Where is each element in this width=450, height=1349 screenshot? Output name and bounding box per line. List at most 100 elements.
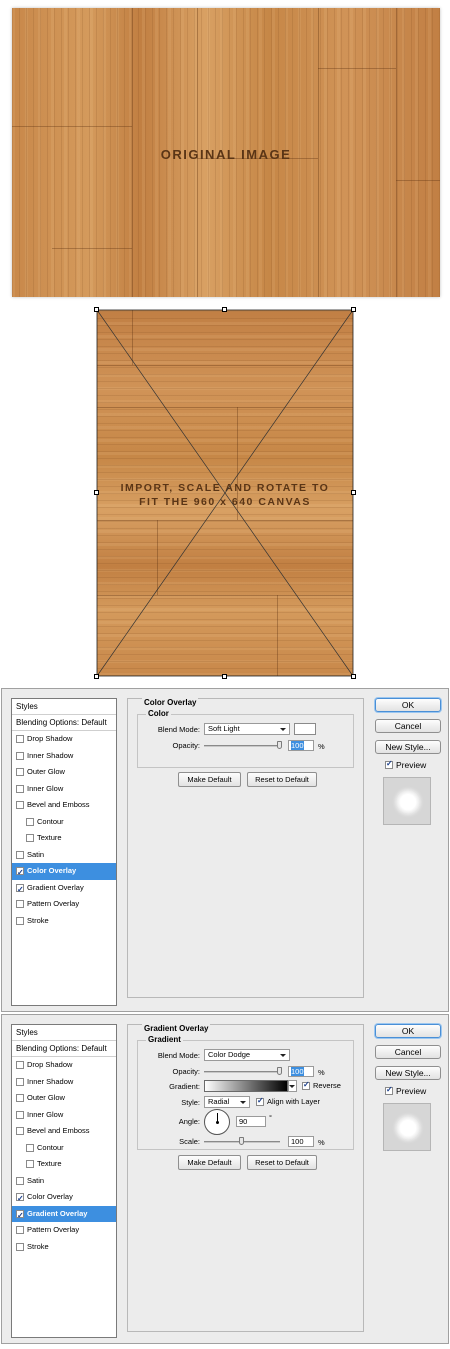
style-item-inner-shadow[interactable]: Inner Shadow (12, 1074, 116, 1091)
style-item-checkbox[interactable] (26, 817, 34, 826)
reset-to-default-button[interactable]: Reset to Default (247, 772, 317, 787)
style-item-outer-glow[interactable]: Outer Glow (12, 764, 116, 781)
style-item-color-overlay[interactable]: Color Overlay (12, 1189, 116, 1208)
opacity-slider-track[interactable] (204, 1071, 280, 1073)
scale-slider-thumb[interactable] (239, 1137, 244, 1145)
style-item-checkbox[interactable] (16, 1127, 24, 1136)
blending-options-item[interactable]: Blending Options: Default (12, 715, 116, 731)
blend-mode-dropdown[interactable]: Soft Light (204, 723, 290, 735)
style-item-label: Outer Glow (27, 767, 65, 776)
style-item-contour[interactable]: Contour (12, 814, 116, 831)
style-item-checkbox[interactable] (26, 1143, 34, 1152)
ok-button[interactable]: OK (375, 1024, 441, 1038)
style-item-checkbox[interactable] (16, 735, 24, 744)
transformed-image-frame[interactable]: IMPORT, SCALE AND ROTATE TO FIT THE 960 … (94, 307, 356, 679)
style-item-checkbox[interactable] (16, 751, 24, 760)
style-item-checkbox[interactable] (16, 1191, 24, 1208)
style-dropdown[interactable]: Radial (204, 1096, 250, 1108)
cancel-button[interactable]: Cancel (375, 1045, 441, 1059)
style-item-stroke[interactable]: Stroke (12, 913, 116, 930)
style-item-texture[interactable]: Texture (12, 830, 116, 847)
style-item-checkbox[interactable] (16, 882, 24, 898)
preview-toggle[interactable]: Preview (385, 759, 426, 770)
style-item-color-overlay[interactable]: Color Overlay (12, 863, 116, 882)
preview-checkbox[interactable] (385, 759, 393, 769)
style-item-satin[interactable]: Satin (12, 847, 116, 864)
opacity-input[interactable]: 100 (288, 1066, 314, 1077)
styles-list-header[interactable]: Styles (12, 699, 116, 715)
reverse-toggle[interactable]: Reverse (302, 1080, 341, 1090)
reverse-checkbox[interactable] (302, 1080, 310, 1090)
style-item-gradient-overlay[interactable]: Gradient Overlay (12, 1205, 116, 1224)
style-item-inner-glow[interactable]: Inner Glow (12, 1107, 116, 1124)
gradient-preview-bar[interactable] (204, 1080, 288, 1092)
blend-mode-dropdown[interactable]: Color Dodge (204, 1049, 290, 1061)
style-item-checkbox[interactable] (16, 1110, 24, 1119)
original-wood-image: ORIGINAL IMAGE (12, 8, 440, 297)
make-default-button[interactable]: Make Default (178, 772, 241, 787)
gradient-picker-dropdown[interactable] (288, 1080, 297, 1092)
angle-dial[interactable] (204, 1109, 230, 1135)
make-default-button[interactable]: Make Default (178, 1155, 241, 1170)
style-item-inner-glow[interactable]: Inner Glow (12, 781, 116, 798)
opacity-slider-track[interactable] (204, 745, 280, 747)
style-item-pattern-overlay[interactable]: Pattern Overlay (12, 1222, 116, 1239)
style-item-texture[interactable]: Texture (12, 1156, 116, 1173)
style-item-stroke[interactable]: Stroke (12, 1239, 116, 1256)
style-item-checkbox[interactable] (16, 1061, 24, 1070)
preview-sphere (396, 1116, 420, 1140)
style-item-checkbox[interactable] (16, 900, 24, 909)
style-item-pattern-overlay[interactable]: Pattern Overlay (12, 896, 116, 913)
cancel-button[interactable]: Cancel (375, 719, 441, 733)
style-item-drop-shadow[interactable]: Drop Shadow (12, 1057, 116, 1074)
style-item-bevel-and-emboss[interactable]: Bevel and Emboss (12, 797, 116, 814)
opacity-slider-thumb[interactable] (277, 741, 282, 749)
style-item-checkbox[interactable] (16, 850, 24, 859)
reset-to-default-button[interactable]: Reset to Default (247, 1155, 317, 1170)
ok-button[interactable]: OK (375, 698, 441, 712)
scale-input[interactable]: 100 (288, 1136, 314, 1147)
opacity-slider-thumb[interactable] (277, 1067, 282, 1075)
transform-handle-top[interactable] (222, 307, 227, 312)
new-style-button[interactable]: New Style... (375, 1066, 441, 1080)
style-item-checkbox[interactable] (16, 1226, 24, 1235)
style-item-satin[interactable]: Satin (12, 1173, 116, 1190)
opacity-input[interactable]: 100 (288, 740, 314, 751)
styles-list-header[interactable]: Styles (12, 1025, 116, 1041)
style-item-outer-glow[interactable]: Outer Glow (12, 1090, 116, 1107)
style-item-drop-shadow[interactable]: Drop Shadow (12, 731, 116, 748)
style-item-checkbox[interactable] (16, 1094, 24, 1103)
style-item-gradient-overlay[interactable]: Gradient Overlay (12, 880, 116, 898)
style-item-contour[interactable]: Contour (12, 1140, 116, 1157)
transform-handle-bottom-left[interactable] (94, 674, 99, 679)
transform-handle-top-left[interactable] (94, 307, 99, 312)
style-item-bevel-and-emboss[interactable]: Bevel and Emboss (12, 1123, 116, 1140)
style-item-checkbox[interactable] (16, 801, 24, 810)
overlay-color-swatch[interactable] (294, 723, 316, 735)
angle-input[interactable]: 90 (236, 1116, 266, 1127)
transform-handle-bottom-right[interactable] (351, 674, 356, 679)
style-item-checkbox[interactable] (16, 1176, 24, 1185)
style-item-checkbox[interactable] (16, 784, 24, 793)
transform-bounding-box (96, 309, 354, 677)
transform-handle-right[interactable] (351, 490, 356, 495)
style-item-checkbox[interactable] (26, 1160, 34, 1169)
style-item-inner-shadow[interactable]: Inner Shadow (12, 748, 116, 765)
preview-checkbox[interactable] (385, 1085, 393, 1095)
style-item-checkbox[interactable] (16, 1208, 24, 1224)
style-item-label: Texture (37, 1159, 62, 1168)
style-item-checkbox[interactable] (16, 916, 24, 925)
style-item-checkbox[interactable] (26, 834, 34, 843)
align-with-layer-toggle[interactable]: Align with Layer (256, 1096, 320, 1106)
transform-handle-top-right[interactable] (351, 307, 356, 312)
blending-options-item[interactable]: Blending Options: Default (12, 1041, 116, 1057)
transform-handle-left[interactable] (94, 490, 99, 495)
preview-toggle[interactable]: Preview (385, 1085, 426, 1096)
align-with-layer-checkbox[interactable] (256, 1096, 264, 1106)
style-item-checkbox[interactable] (16, 1077, 24, 1086)
style-item-checkbox[interactable] (16, 865, 24, 882)
style-item-checkbox[interactable] (16, 1242, 24, 1251)
style-item-checkbox[interactable] (16, 768, 24, 777)
transform-handle-bottom[interactable] (222, 674, 227, 679)
new-style-button[interactable]: New Style... (375, 740, 441, 754)
